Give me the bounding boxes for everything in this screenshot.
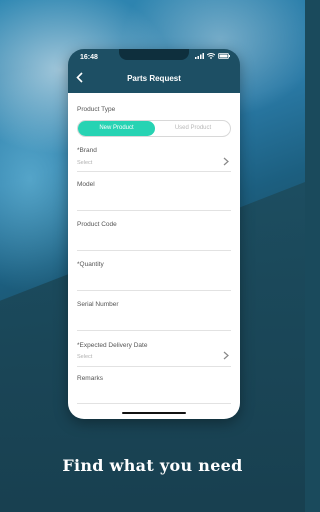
product-type-toggle[interactable]: New Product Used Product xyxy=(77,120,231,137)
remarks-label: Remarks xyxy=(77,375,104,382)
page-title: Parts Request xyxy=(127,74,181,83)
model-label: Model xyxy=(77,181,95,188)
remarks-field-underline[interactable] xyxy=(77,403,231,404)
brand-label: *Brand xyxy=(77,147,97,154)
divider xyxy=(77,171,231,172)
signal-icon xyxy=(195,53,204,59)
tagline: Find what you need xyxy=(62,456,243,475)
nav-bar: Parts Request xyxy=(68,67,240,93)
delivery-date-label: *Expected Delivery Date xyxy=(77,342,148,349)
product-type-label: Product Type xyxy=(77,106,116,113)
used-product-option[interactable]: Used Product xyxy=(155,121,231,136)
quantity-field-underline[interactable] xyxy=(77,290,231,291)
status-icons xyxy=(195,53,230,59)
chevron-right-icon[interactable] xyxy=(223,351,229,363)
wifi-icon xyxy=(207,53,215,59)
divider xyxy=(77,366,231,367)
new-product-option[interactable]: New Product xyxy=(78,121,155,136)
delivery-date-select[interactable]: Select xyxy=(77,354,92,360)
quantity-label: *Quantity xyxy=(77,261,104,268)
serial-number-label: Serial Number xyxy=(77,301,119,308)
phone-notch xyxy=(119,49,189,60)
form-content: Product Type New Product Used Product *B… xyxy=(68,93,240,419)
brand-select[interactable]: Select xyxy=(77,160,92,166)
phone-mockup: 16:48 Parts Request Product Type New Pro… xyxy=(68,49,240,419)
serial-number-field-underline[interactable] xyxy=(77,330,231,331)
home-indicator xyxy=(122,411,186,414)
battery-icon xyxy=(218,53,230,59)
product-code-label: Product Code xyxy=(77,221,117,228)
chevron-right-icon[interactable] xyxy=(223,157,229,169)
status-time: 16:48 xyxy=(80,54,98,61)
model-field-underline[interactable] xyxy=(77,210,231,211)
product-code-field-underline[interactable] xyxy=(77,250,231,251)
